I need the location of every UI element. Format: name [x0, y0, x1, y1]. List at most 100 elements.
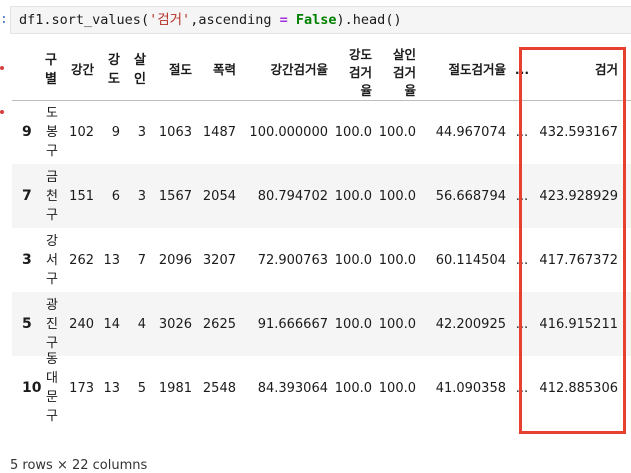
- table-cell: 1063: [158, 124, 192, 140]
- table-cell: 102: [69, 124, 94, 140]
- table-cell: 2625: [202, 316, 236, 332]
- table-cell: 56.668794: [435, 188, 506, 204]
- table-cell: 432.593167: [539, 124, 618, 140]
- code-token: (): [385, 12, 402, 28]
- row-index: 9: [22, 124, 32, 140]
- code-token-operator: =: [271, 12, 296, 28]
- vertical-text: 강서구: [46, 233, 58, 287]
- table-cell: 100.0: [334, 252, 372, 268]
- code-token: head: [352, 12, 386, 28]
- table-cell: 6: [111, 188, 120, 204]
- code-token: df1: [19, 12, 44, 28]
- table-cell: 100.0: [378, 188, 416, 204]
- table-cell: 151: [69, 188, 94, 204]
- table-cell: 416.915211: [539, 316, 618, 332]
- code-token-keyword: False: [295, 12, 337, 28]
- table-cell: 412.885306: [539, 380, 618, 396]
- cell-prompt-marker: :: [0, 12, 8, 27]
- row-district: 동대문구: [40, 352, 64, 424]
- wrapped-header: 살인 검거 율: [392, 47, 416, 98]
- table-cell: 2096: [158, 252, 192, 268]
- table-cell: 3: [137, 188, 146, 204]
- code-token: (: [140, 12, 150, 28]
- table-cell: 1487: [202, 124, 236, 140]
- table-cell: 100.0: [378, 252, 416, 268]
- table-cell: 60.114504: [435, 252, 506, 268]
- code-cell-input[interactable]: df1.sort_values('검거',ascending = False).…: [10, 6, 631, 34]
- vertical-text: 도봉구: [46, 105, 58, 159]
- ellipsis-cell: ...: [515, 252, 529, 268]
- vertical-text: 강도: [108, 53, 120, 87]
- code-token: ): [336, 12, 345, 28]
- table-cell: 100.0: [378, 316, 416, 332]
- code-token: .: [43, 12, 52, 28]
- table-cell: 423.928929: [539, 188, 618, 204]
- table-cell: 5: [137, 380, 146, 396]
- row-index: 5: [22, 316, 32, 332]
- table-cell: 100.0: [334, 124, 372, 140]
- table-row: 9 도 봉 구 102 9 3 1063 1487 100.000000 100.0 100.0 44.…: [12, 100, 631, 164]
- table-cell: 91.666667: [257, 316, 328, 332]
- row-district: 강서구: [40, 228, 64, 292]
- vertical-text: 살인: [134, 53, 146, 87]
- table-cell: 13: [103, 380, 120, 396]
- table-cell: 44.967074: [435, 124, 506, 140]
- table-cell: 1567: [158, 188, 192, 204]
- table-cell: 42.200925: [435, 316, 506, 332]
- vertical-text: 광진구: [46, 297, 58, 351]
- table-cell: 3: [137, 124, 146, 140]
- code-token-string: '검거': [149, 12, 191, 28]
- table-cell: 2548: [202, 380, 236, 396]
- row-district: 도봉구: [40, 100, 64, 164]
- table-cell: 100.000000: [249, 124, 328, 140]
- table-cell: 100.0: [334, 316, 372, 332]
- table-cell: 173: [69, 380, 94, 396]
- row-district: 광진구: [40, 292, 64, 356]
- table-cell: 3026: [158, 316, 192, 332]
- table-cell: 262: [69, 252, 94, 268]
- code-token: ascending: [198, 12, 272, 28]
- table-row: 10 동 대 문 구 173 13 5 1981 2548 84.393064 100.0 100.0 4…: [12, 352, 631, 424]
- header-cell: 강간: [70, 62, 94, 77]
- header-cell: 살인: [128, 40, 152, 100]
- table-cell: 4: [137, 316, 146, 332]
- wrapped-header: 강도 검거 율: [348, 47, 372, 98]
- row-district: 금천구: [40, 164, 64, 228]
- header-cell: 절도검거율: [448, 62, 506, 77]
- table-row: 5 광 진 구 240 14 4 3026 2625 91.666667 100.0 100.0 42.…: [12, 292, 631, 356]
- header-cell: 절도: [168, 62, 192, 77]
- table-header-row: 구별 강간 강도 살인 절도 폭력 강간검거율 강도 검거 율 살인 검거 율 절도검거…: [12, 40, 631, 101]
- vertical-text: 동대문구: [46, 352, 58, 424]
- table-cell: 7: [137, 252, 146, 268]
- table-cell: 13: [103, 252, 120, 268]
- table-cell: 100.0: [334, 380, 372, 396]
- code-line[interactable]: df1.sort_values('검거',ascending = False).…: [19, 11, 402, 29]
- header-cell: 강간검거율: [270, 62, 328, 77]
- header-cell: 검거: [594, 62, 618, 77]
- output-marker-dot: [0, 110, 4, 114]
- table-row: 7 금 천 구 151 6 3 1567 2054 80.794702 100.0 100.0 56.6…: [12, 164, 631, 228]
- table-cell: 72.900763: [257, 252, 328, 268]
- output-marker-dot: [0, 66, 4, 70]
- row-index: 10: [22, 380, 42, 396]
- ellipsis-cell: ...: [515, 380, 529, 396]
- table-cell: 3207: [202, 252, 236, 268]
- table-cell: 80.794702: [257, 188, 328, 204]
- ellipsis-cell: ...: [515, 124, 529, 140]
- table-cell: 9: [111, 124, 120, 140]
- header-cell: 강도 검거 율: [334, 40, 378, 100]
- row-index: 7: [22, 188, 32, 204]
- table-cell: 100.0: [334, 188, 372, 204]
- row-index: 3: [22, 252, 32, 268]
- code-token: sort_values: [51, 12, 141, 28]
- table-cell: 240: [69, 316, 94, 332]
- header-index-label: 구별: [38, 40, 64, 100]
- table-cell: 41.090358: [435, 380, 506, 396]
- code-token: .: [344, 12, 353, 28]
- vertical-text: 구별: [45, 53, 57, 87]
- vertical-text: 금천구: [46, 169, 58, 223]
- header-ellipsis: ...: [514, 62, 530, 77]
- table-cell: 100.0: [378, 380, 416, 396]
- ellipsis-cell: ...: [515, 188, 529, 204]
- dataframe-shape-footer: 5 rows × 22 columns: [10, 458, 148, 473]
